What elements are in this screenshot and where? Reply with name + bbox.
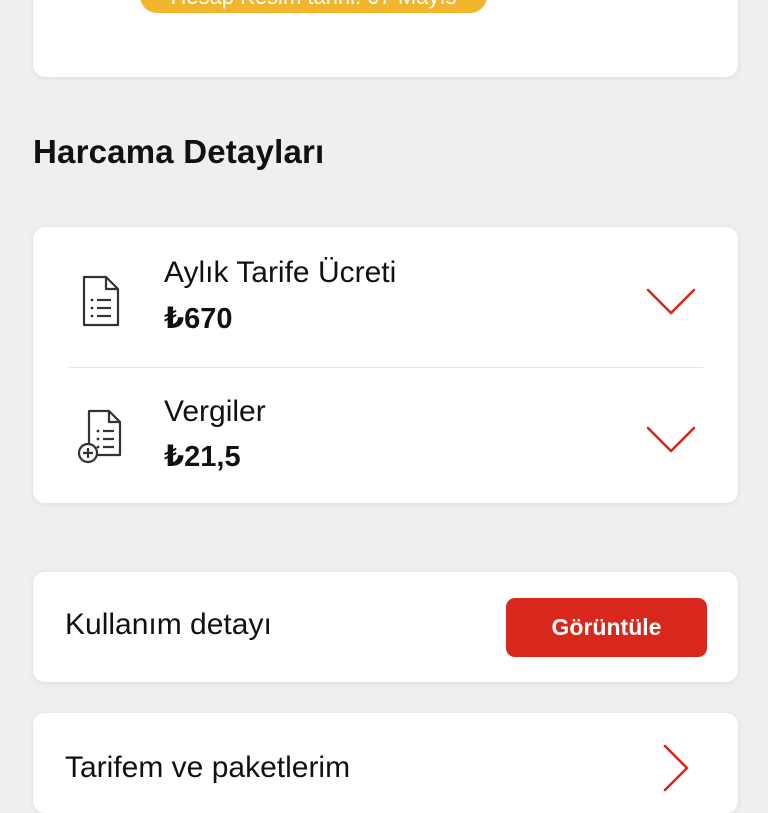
- document-plus-icon: [77, 409, 122, 464]
- chevron-right-icon[interactable]: [661, 743, 691, 793]
- usage-detail-card: Kullanım detayı Görüntüle: [33, 572, 738, 682]
- account-card: Hesap Kesim tarihi: 07 Mayıs: [33, 0, 738, 77]
- taxes-amount: ₺21,5: [164, 441, 241, 473]
- tariff-packages-card[interactable]: Tarifem ve paketlerim: [33, 713, 738, 813]
- chevron-down-icon[interactable]: [645, 287, 697, 317]
- billing-date-badge: Hesap Kesim tarihi: 07 Mayıs: [140, 0, 487, 13]
- document-list-icon: [82, 275, 120, 327]
- monthly-fee-label: Aylık Tarife Ücreti: [164, 256, 397, 289]
- chevron-down-icon[interactable]: [645, 425, 697, 455]
- usage-detail-label: Kullanım detayı: [65, 608, 272, 641]
- spending-details-title: Harcama Detayları: [33, 133, 325, 170]
- spending-item-monthly-fee[interactable]: Aylık Tarife Ücreti ₺670: [33, 227, 738, 365]
- spending-item-taxes[interactable]: Vergiler ₺21,5: [33, 367, 738, 503]
- spending-details-card: Aylık Tarife Ücreti ₺670 Vergiler ₺21,5: [33, 227, 738, 503]
- monthly-fee-amount: ₺670: [164, 303, 233, 335]
- view-usage-button[interactable]: Görüntüle: [506, 598, 707, 657]
- taxes-label: Vergiler: [164, 395, 266, 428]
- tariff-packages-label: Tarifem ve paketlerim: [65, 751, 351, 784]
